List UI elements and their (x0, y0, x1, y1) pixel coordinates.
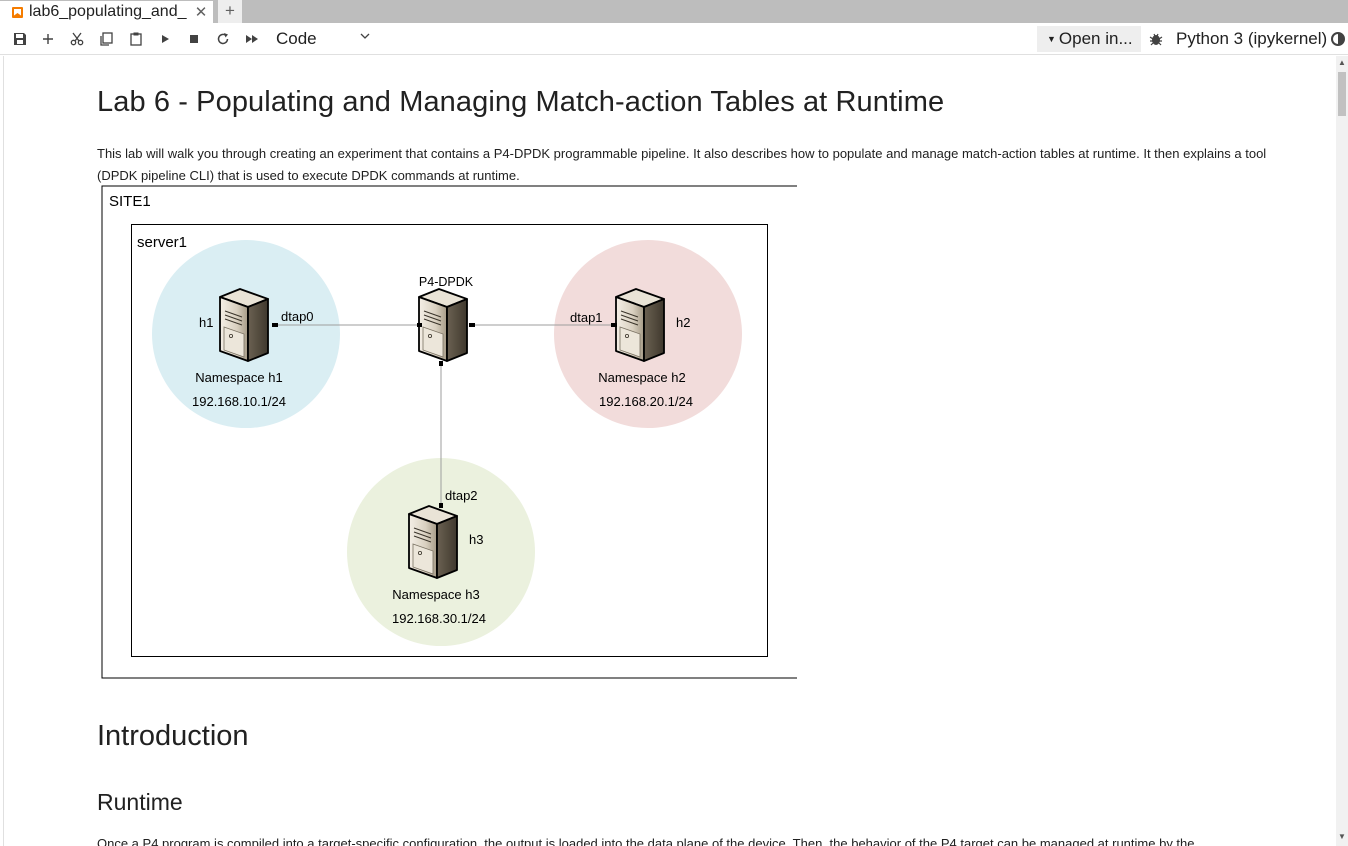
notebook-icon (12, 6, 23, 18)
new-tab-button[interactable]: + (218, 0, 242, 23)
close-icon[interactable]: ✕ (193, 3, 209, 21)
h3-server-icon (408, 505, 458, 579)
intro-paragraph: This lab will walk you through creating … (97, 146, 1267, 183)
stop-icon[interactable] (184, 29, 204, 49)
scroll-down-icon[interactable]: ▼ (1338, 832, 1346, 841)
open-in-button[interactable]: ▼ Open in... (1037, 26, 1141, 52)
bug-icon[interactable] (1148, 31, 1164, 47)
switch-label: P4-DPDK (419, 275, 474, 289)
scrollbar-thumb[interactable] (1338, 72, 1346, 116)
add-cell-icon[interactable] (38, 29, 58, 49)
h1-server-icon (219, 288, 269, 362)
kernel-name[interactable]: Python 3 (ipykernel) (1176, 29, 1327, 49)
h3-namespace-label: Namespace h3 (392, 587, 479, 602)
caret-down-icon: ▼ (1047, 34, 1056, 44)
run-icon[interactable] (155, 29, 175, 49)
h3-iface-label: dtap2 (445, 488, 478, 503)
tab-bar: lab6_populating_and_ ✕ + (0, 0, 1348, 23)
port-dtap2 (439, 503, 443, 508)
notebook-toolbar: Code ▼ Open in... Python 3 (ipykernel) (0, 23, 1348, 55)
runtime-heading: Runtime (97, 789, 183, 815)
chevron-down-icon[interactable] (360, 30, 370, 44)
scroll-up-icon[interactable]: ▲ (1338, 58, 1346, 67)
fast-forward-icon[interactable] (242, 29, 262, 49)
h2-namespace-label: Namespace h2 (598, 370, 685, 385)
cut-icon[interactable] (67, 29, 87, 49)
switch-server-icon (418, 288, 468, 362)
h2-iface-label: dtap1 (570, 310, 603, 325)
h1-iface-label: dtap0 (281, 309, 314, 324)
h1-ip-label: 192.168.10.1/24 (192, 394, 286, 409)
site-label: SITE1 (109, 193, 151, 210)
server-label: server1 (137, 234, 187, 251)
port-switch-bottom (439, 361, 443, 366)
page-title: Lab 6 - Populating and Managing Match-ac… (97, 86, 945, 118)
h2-ip-label: 192.168.20.1/24 (599, 394, 693, 409)
port-switch-left (417, 323, 422, 327)
topology-diagram: SITE1 server1 P4-DPDK h1 dtap0 Namespace… (99, 185, 800, 679)
paste-icon[interactable] (126, 29, 146, 49)
notebook-tab[interactable]: lab6_populating_and_ ✕ (0, 0, 213, 23)
port-dtap0 (272, 323, 278, 327)
open-in-label: Open in... (1058, 29, 1133, 48)
h3-ip-label: 192.168.30.1/24 (392, 611, 486, 626)
tab-title: lab6_populating_and_ (29, 3, 187, 20)
port-switch-right (469, 323, 475, 327)
notebook-content: Lab 6 - Populating and Managing Match-ac… (3, 56, 1336, 846)
kernel-status-icon (1331, 32, 1345, 46)
restart-icon[interactable] (213, 29, 233, 49)
copy-icon[interactable] (96, 29, 116, 49)
runtime-paragraph: Once a P4 program is compiled into a tar… (97, 836, 1195, 846)
save-icon[interactable] (10, 29, 30, 49)
h1-host-label: h1 (199, 315, 213, 330)
cell-type-select[interactable]: Code (276, 29, 317, 49)
introduction-heading: Introduction (97, 720, 249, 752)
h2-server-icon (615, 288, 665, 362)
h2-host-label: h2 (676, 315, 690, 330)
h1-namespace-label: Namespace h1 (195, 370, 282, 385)
port-dtap1 (611, 323, 617, 327)
h3-host-label: h3 (469, 532, 483, 547)
vertical-scrollbar[interactable]: ▲ ▼ (1336, 56, 1348, 846)
